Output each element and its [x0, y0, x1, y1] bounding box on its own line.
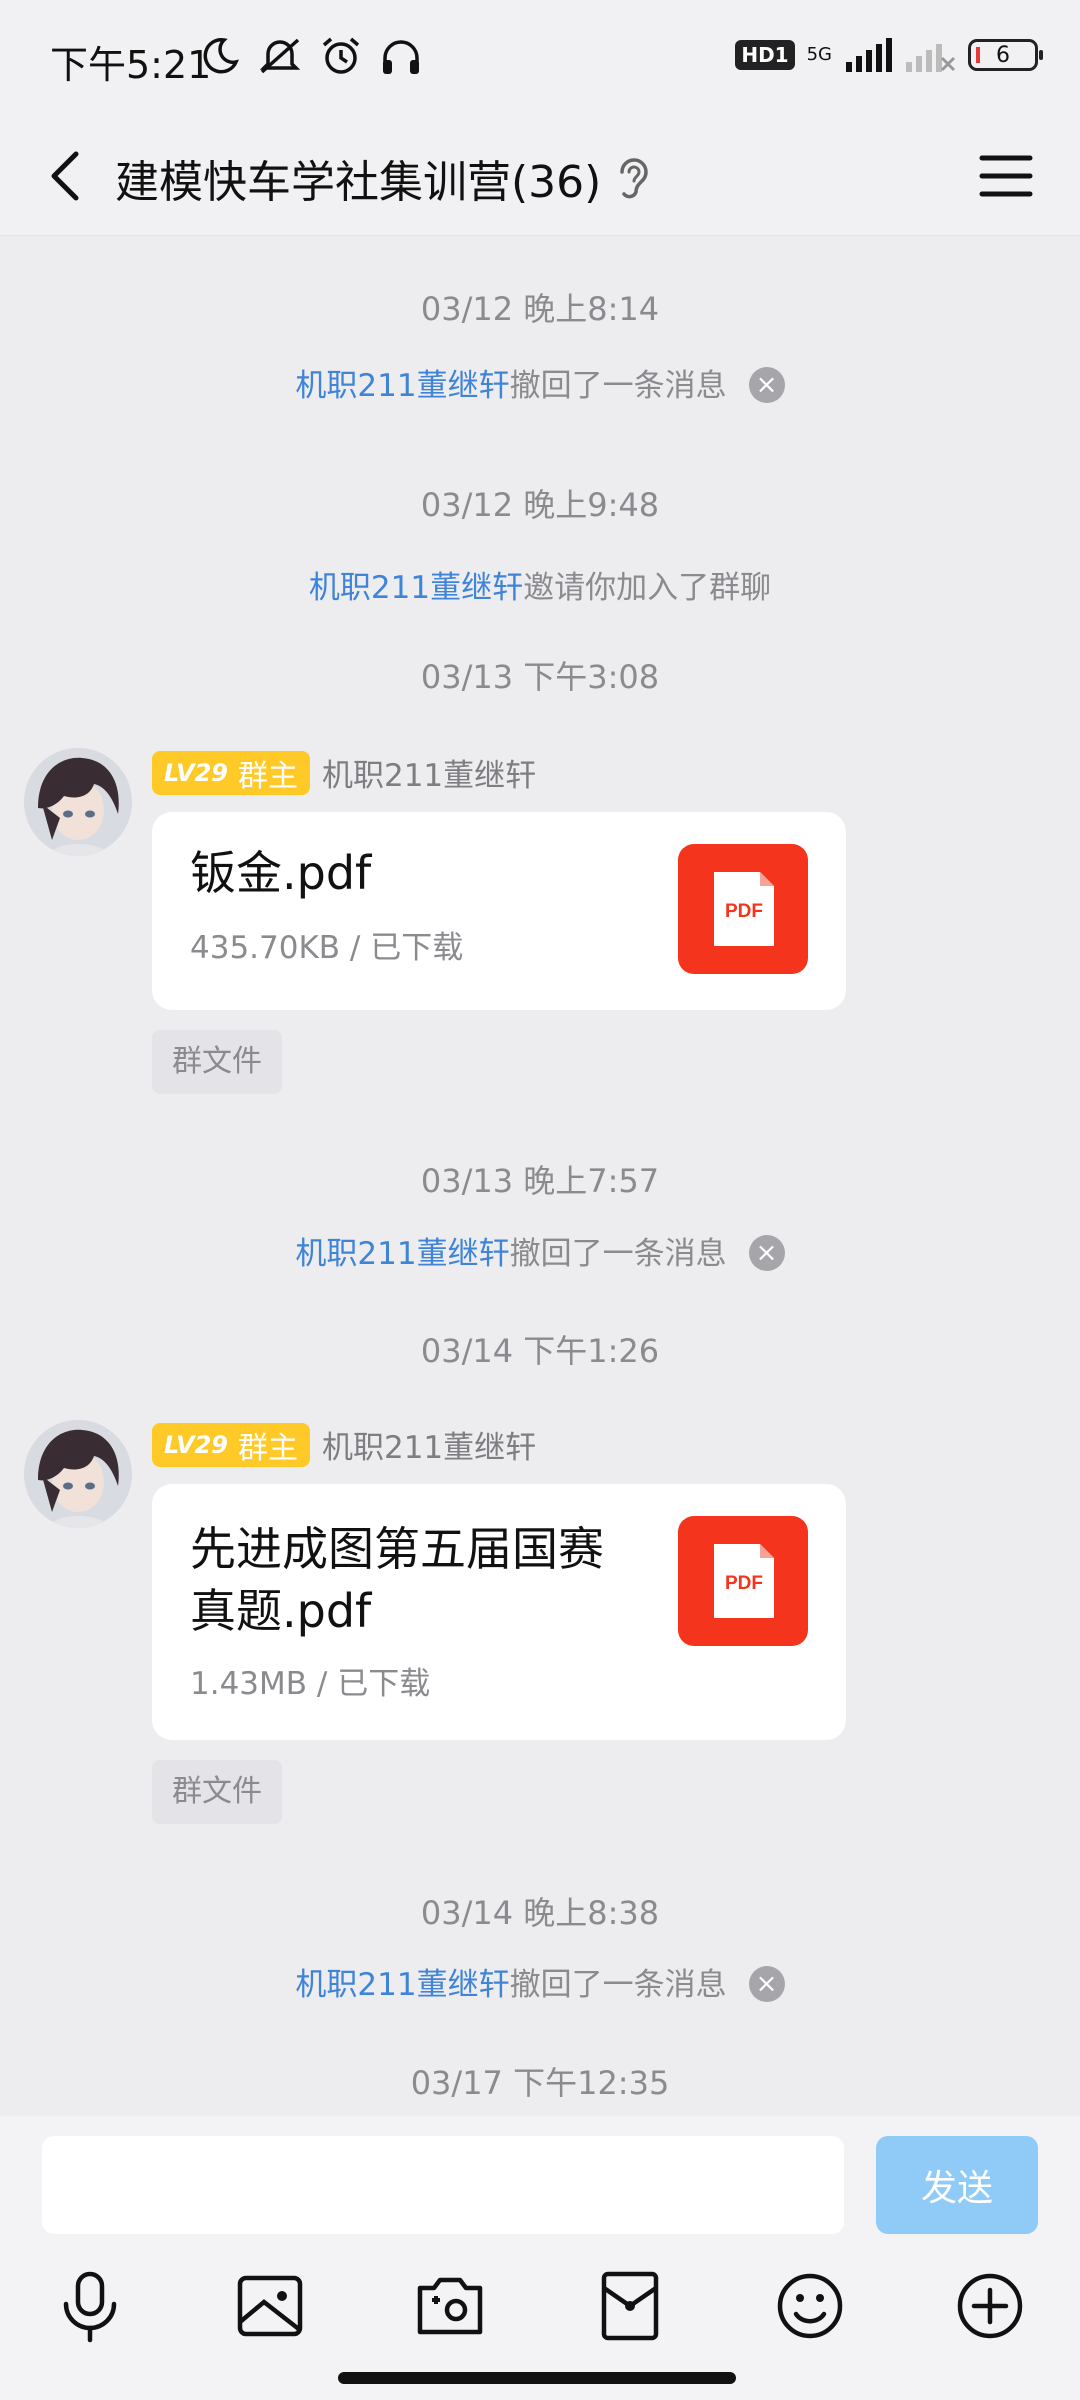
avatar[interactable]: [24, 748, 132, 856]
sender-name[interactable]: 机职211董继轩: [322, 750, 536, 795]
level-text: LV29: [164, 1430, 228, 1459]
file-name-line: 先进成图第五届国赛: [190, 1522, 604, 1576]
signal-no-service-icon: [906, 44, 956, 72]
mic-icon[interactable]: [50, 2266, 130, 2346]
status-icons: [200, 36, 422, 76]
system-text: 撤回了一条消息: [509, 1236, 727, 1272]
role-text: 群主: [237, 758, 298, 794]
chat-header: 建模快车学社集训营(36): [0, 116, 1080, 236]
emoji-icon[interactable]: [770, 2266, 850, 2346]
timestamp: 03/12 晚上9:48: [420, 486, 660, 524]
avatar-image: [24, 1420, 132, 1528]
timestamp: 03/13 晚上7:57: [420, 1162, 660, 1200]
image-icon[interactable]: [230, 2266, 310, 2346]
plus-icon[interactable]: [950, 2266, 1030, 2346]
back-icon[interactable]: [36, 144, 100, 208]
alarm-icon: [322, 37, 360, 74]
close-icon[interactable]: ×: [748, 1965, 785, 2002]
group-file-tag[interactable]: 群文件: [152, 1030, 282, 1094]
system-message: 机职211董继轩邀请你加入了群聊: [0, 562, 1080, 607]
file-name: 钣金.pdf: [190, 846, 372, 900]
red-packet-icon[interactable]: [590, 2266, 670, 2346]
member-link[interactable]: 机职211董继轩: [295, 1236, 509, 1272]
message-input[interactable]: [42, 2136, 844, 2234]
system-message: 机职211董继轩撤回了一条消息 ×: [0, 1959, 1080, 2005]
file-card[interactable]: 先进成图第五届国赛 真题.pdf 1.43MB / 已下载 PDF: [152, 1484, 846, 1740]
pdf-file-icon: PDF: [678, 1516, 808, 1646]
file-name: 先进成图第五届国赛 真题.pdf: [190, 1518, 650, 1642]
ear-icon: [620, 158, 648, 199]
system-message: 机职211董继轩撤回了一条消息 ×: [0, 1228, 1080, 1274]
system-message: 机职211董继轩撤回了一条消息 ×: [0, 360, 1080, 406]
close-icon[interactable]: ×: [748, 1234, 785, 1271]
chat-title[interactable]: 建模快车学社集训营(36): [115, 146, 601, 210]
status-time: 下午5:21: [50, 43, 212, 87]
pdf-label: PDF: [725, 901, 763, 922]
timestamp: 03/13 下午3:08: [420, 658, 660, 696]
battery-level: 6: [996, 42, 1010, 68]
hd-badge: HD1: [735, 40, 795, 70]
pdf-label: PDF: [725, 1573, 763, 1594]
message-list[interactable]: 03/12 晚上8:14 机职211董继轩撤回了一条消息 × 03/12 晚上9:…: [0, 236, 1080, 2116]
timestamp: 03/14 晚上8:38: [420, 1894, 660, 1932]
home-indicator[interactable]: [338, 2372, 736, 2384]
network-label: 5G: [806, 44, 832, 65]
member-link[interactable]: 机职211董继轩: [295, 1967, 509, 2003]
pdf-file-icon: PDF: [678, 844, 808, 974]
sender-row: LV29 群主 机职211董继轩: [152, 1422, 536, 1467]
file-meta: 1.43MB / 已下载: [190, 1666, 431, 1702]
timestamp: 03/14 下午1:26: [420, 1332, 660, 1370]
member-link[interactable]: 机职211董继轩: [309, 570, 523, 606]
moon-icon: [203, 38, 239, 74]
battery-indicator: 6: [968, 39, 1043, 71]
headphones-icon: [383, 40, 419, 74]
sender-row: LV29 群主 机职211董继轩: [152, 750, 536, 795]
level-text: LV29: [164, 758, 228, 787]
member-link[interactable]: 机职211董继轩: [295, 368, 509, 404]
camera-icon[interactable]: [410, 2266, 490, 2346]
timestamp: 03/17 下午12:35: [410, 2064, 670, 2102]
avatar-image: [24, 748, 132, 856]
mute-bell-icon: [259, 38, 301, 74]
status-bar: 下午5:21 HD1 5G 6: [0, 0, 1080, 116]
menu-icon[interactable]: [976, 146, 1036, 206]
system-text: 撤回了一条消息: [509, 1967, 727, 2003]
input-toolbar: [0, 2266, 1080, 2356]
system-text: 邀请你加入了群聊: [523, 570, 772, 606]
input-area: 发送: [0, 2116, 1080, 2400]
avatar[interactable]: [24, 1420, 132, 1528]
close-icon[interactable]: ×: [748, 366, 785, 403]
system-text: 撤回了一条消息: [509, 368, 727, 404]
group-file-tag[interactable]: 群文件: [152, 1760, 282, 1824]
timestamp: 03/12 晚上8:14: [420, 290, 660, 328]
sender-name[interactable]: 机职211董继轩: [322, 1422, 536, 1467]
level-badge: LV29 群主: [152, 750, 310, 795]
file-name-line: 真题.pdf: [190, 1584, 372, 1638]
signal-icon: [846, 38, 892, 72]
status-right: HD1 5G 6: [735, 38, 1043, 72]
file-meta: 435.70KB / 已下载: [190, 930, 464, 966]
role-text: 群主: [237, 1430, 298, 1466]
send-button[interactable]: 发送: [876, 2136, 1038, 2234]
file-card[interactable]: 钣金.pdf 435.70KB / 已下载 PDF: [152, 812, 846, 1010]
level-badge: LV29 群主: [152, 1422, 310, 1467]
